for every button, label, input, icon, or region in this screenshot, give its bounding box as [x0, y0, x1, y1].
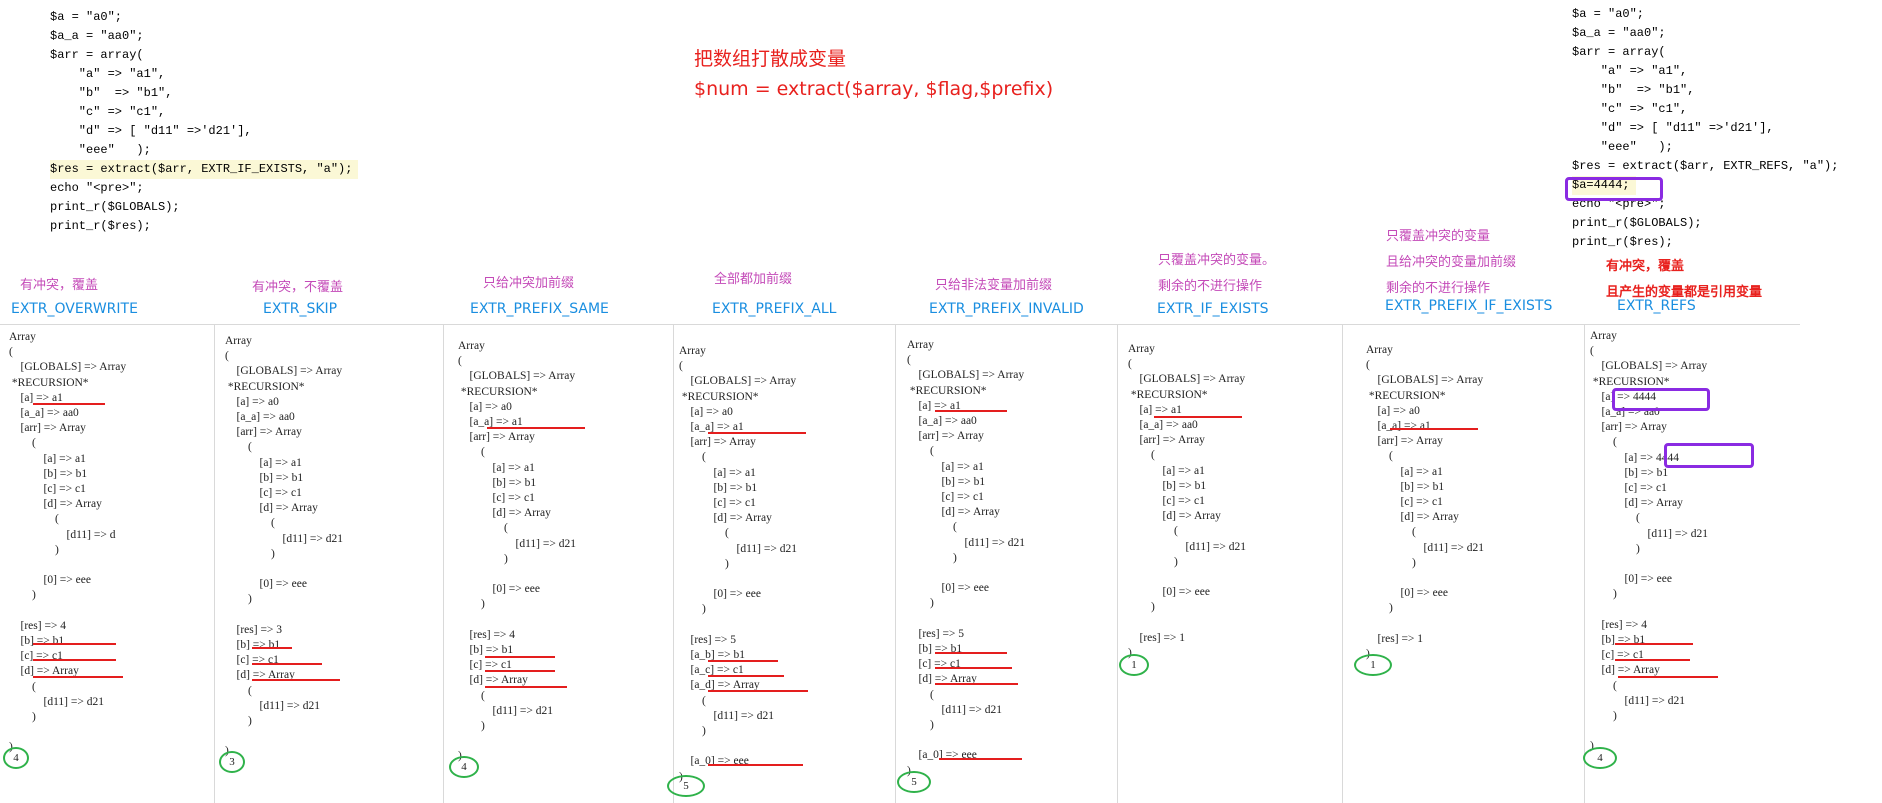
note-prefix-all: 全部都加前缀: [714, 272, 793, 287]
underline: [33, 659, 116, 661]
count-circle: 5: [667, 775, 705, 797]
note-prefix-if-exists: 只覆盖冲突的变量 且给冲突的变量加前缀 剩余的不进行操作: [1386, 229, 1517, 296]
output-prefix-all: Array ( [GLOBALS] => Array *RECURSION* […: [679, 345, 797, 783]
underline: [939, 758, 1022, 760]
underline: [708, 675, 784, 677]
note-overwrite: 有冲突，覆盖: [20, 278, 99, 293]
output-overwrite: Array ( [GLOBALS] => Array *RECURSION* […: [9, 331, 127, 754]
underline: [33, 676, 123, 678]
count-circle: 4: [1583, 747, 1617, 769]
underline: [1618, 676, 1718, 678]
underline: [1390, 428, 1478, 430]
output-prefix-same: Array ( [GLOBALS] => Array *RECURSION* […: [458, 340, 576, 763]
code-line: "b" => "b1",: [50, 86, 173, 100]
code-line: "b" => "b1",: [1572, 83, 1695, 97]
divider-column: [673, 324, 674, 803]
highlight-box-assignment: [1565, 177, 1663, 201]
code-line: $a_a = "aa0";: [1572, 26, 1666, 40]
underline: [485, 670, 555, 672]
code-line: print_r($GLOBALS);: [50, 200, 180, 214]
code-line: "d" => [ "d11" =>'d21'],: [1572, 121, 1774, 135]
underline: [708, 690, 808, 692]
count-circle: 5: [897, 771, 931, 793]
code-line: "a" => "a1",: [1572, 64, 1688, 78]
code-line: "eee" );: [1572, 140, 1673, 154]
code-line: print_r($GLOBALS);: [1572, 216, 1702, 230]
flag-label-prefix-all: EXTR_PREFIX_ALL: [712, 301, 837, 317]
highlight-box-a-4444: [1612, 388, 1710, 411]
output-if-exists: Array ( [GLOBALS] => Array *RECURSION* […: [1128, 343, 1246, 660]
flag-label-overwrite: EXTR_OVERWRITE: [11, 301, 138, 317]
flag-label-prefix-if-exists: EXTR_PREFIX_IF_EXISTS: [1385, 298, 1553, 314]
underline: [485, 656, 555, 658]
divider-column: [1117, 324, 1118, 803]
code-line: "a" => "a1",: [50, 67, 166, 81]
underline: [252, 663, 322, 665]
flag-label-skip: EXTR_SKIP: [263, 301, 338, 317]
underline: [1615, 659, 1690, 661]
divider-column: [1584, 324, 1585, 803]
code-line: print_r($res);: [50, 219, 151, 233]
divider-column: [443, 324, 444, 803]
underline: [487, 427, 585, 429]
code-snippet-right: $a = "a0"; $a_a = "aa0"; $arr = array( "…: [1572, 5, 1838, 252]
code-line: "eee" );: [50, 143, 151, 157]
note-skip: 有冲突，不覆盖: [252, 280, 344, 295]
note-prefix-same: 只给冲突加前缀: [483, 276, 575, 291]
page-heading: 把数组打散成变量 $num = extract($array, $flag,$p…: [694, 44, 1053, 104]
code-line: "c" => "c1",: [1572, 102, 1688, 116]
underline: [935, 683, 1018, 685]
divider-horizontal: [0, 324, 1800, 325]
code-line: $a = "a0";: [1572, 7, 1645, 21]
code-line: $arr = array(: [50, 48, 144, 62]
underline: [935, 667, 1012, 669]
count-circle: 1: [1119, 654, 1149, 676]
code-line: $a = "a0";: [50, 10, 123, 24]
divider-column: [895, 324, 896, 803]
highlight-box-arr-a-4444: [1664, 443, 1754, 468]
divider-column: [1342, 324, 1343, 803]
flag-label-refs: EXTR_REFS: [1617, 298, 1696, 314]
count-circle: 4: [3, 747, 29, 769]
heading-title: 把数组打散成变量: [694, 48, 847, 70]
code-line: echo "<pre>";: [50, 181, 144, 195]
code-line: print_r($res);: [1572, 235, 1673, 249]
note-if-exists: 只覆盖冲突的变量。 剩余的不进行操作: [1158, 253, 1276, 294]
underline: [485, 686, 567, 688]
count-circle: 1: [1354, 654, 1392, 676]
underline: [252, 647, 292, 649]
count-circle: 3: [219, 751, 245, 773]
code-line: $a_a = "aa0";: [50, 29, 144, 43]
output-prefix-if-exists: Array ( [GLOBALS] => Array *RECURSION* […: [1366, 344, 1484, 661]
underline: [935, 652, 1007, 654]
underline: [1615, 643, 1693, 645]
flag-label-prefix-same: EXTR_PREFIX_SAME: [470, 301, 609, 317]
flag-label-if-exists: EXTR_IF_EXISTS: [1157, 301, 1269, 317]
code-line-extract-call: $res = extract($arr, EXTR_IF_EXISTS, "a"…: [50, 160, 359, 179]
underline: [252, 679, 340, 681]
note-prefix-invalid: 只给非法变量加前缀: [935, 278, 1053, 293]
underline: [33, 643, 116, 645]
code-line: "c" => "c1",: [50, 105, 166, 119]
code-line: $arr = array(: [1572, 45, 1666, 59]
underline: [935, 410, 1007, 412]
underline: [33, 403, 105, 405]
underline: [708, 764, 803, 766]
output-skip: Array ( [GLOBALS] => Array *RECURSION* […: [225, 335, 343, 758]
code-snippet-left: $a = "a0"; $a_a = "aa0"; $arr = array( "…: [50, 8, 359, 236]
underline: [708, 660, 778, 662]
flag-label-prefix-invalid: EXTR_PREFIX_INVALID: [929, 301, 1084, 317]
output-prefix-invalid: Array ( [GLOBALS] => Array *RECURSION* […: [907, 339, 1025, 777]
underline: [1154, 416, 1242, 418]
heading-signature: $num = extract($array, $flag,$prefix): [694, 78, 1054, 100]
underline: [708, 432, 806, 434]
divider-column: [214, 324, 215, 803]
code-line: "d" => [ "d11" =>'d21'],: [50, 124, 252, 138]
code-line: $res = extract($arr, EXTR_REFS, "a");: [1572, 159, 1839, 173]
count-circle: 4: [449, 756, 479, 778]
